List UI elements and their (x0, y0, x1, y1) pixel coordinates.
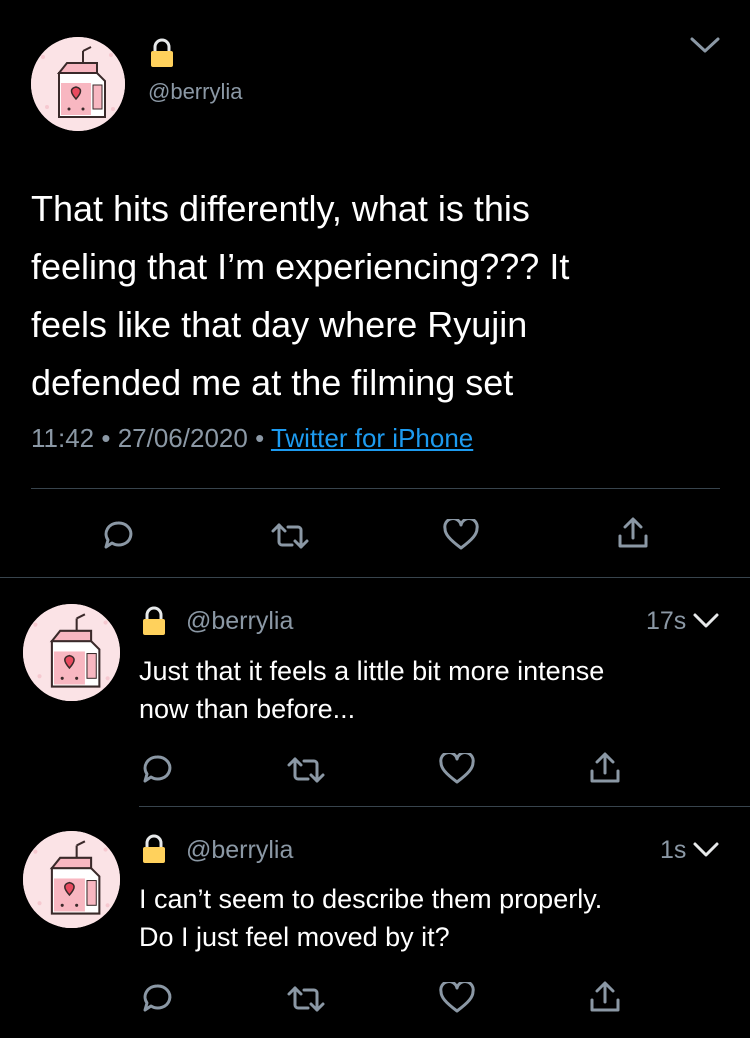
tweet-line: feels like that day where Ryujin (31, 304, 528, 345)
tweet-time: 11:42 (31, 423, 95, 453)
lock-icon (139, 833, 169, 865)
tweet-line: That hits differently, what is this (31, 188, 530, 229)
reply-icon[interactable] (101, 518, 135, 552)
avatar[interactable] (23, 604, 120, 701)
share-icon[interactable] (589, 751, 621, 785)
share-icon[interactable] (589, 980, 621, 1014)
like-icon[interactable] (439, 753, 475, 785)
tweet-line: defended me at the filming set (31, 362, 514, 403)
reply-text: Just that it feels a little bit more int… (139, 652, 604, 728)
chevron-down-icon[interactable] (692, 840, 720, 860)
reply-handle[interactable]: @berrylia (186, 835, 293, 865)
retweet-icon[interactable] (286, 754, 326, 786)
reply-age: 17s (646, 607, 687, 635)
tweet-date: 27/06/2020 (117, 423, 248, 453)
strawberry-milk-avatar-icon (23, 831, 120, 928)
divider (139, 806, 750, 807)
lock-icon (148, 37, 176, 69)
reply-line: Just that it feels a little bit more int… (139, 656, 605, 686)
reply-line: I can’t seem to describe them properly. (139, 884, 603, 914)
tweet-line: feeling that I’m experiencing??? It (31, 246, 570, 287)
share-icon[interactable] (617, 516, 649, 550)
meta-separator: • (101, 423, 118, 453)
reply-icon[interactable] (140, 981, 174, 1015)
reply-handle[interactable]: @berrylia (186, 606, 293, 636)
divider (31, 488, 720, 489)
retweet-icon[interactable] (270, 520, 310, 552)
chevron-down-icon[interactable] (692, 611, 720, 631)
author-handle[interactable]: @berrylia (148, 79, 242, 105)
avatar[interactable] (31, 37, 125, 131)
reply-icon[interactable] (140, 752, 174, 786)
meta-separator: • (255, 423, 271, 453)
reply-age: 1s (660, 836, 687, 864)
reply-text: I can’t seem to describe them properly. … (139, 880, 602, 956)
strawberry-milk-avatar-icon (31, 37, 125, 131)
tweet-meta: 11:42 • 27/06/2020 • Twitter for iPhone (31, 421, 473, 455)
divider (0, 577, 750, 578)
tweet-text: That hits differently, what is this feel… (31, 180, 569, 412)
avatar[interactable] (23, 831, 120, 928)
lock-icon (139, 605, 169, 637)
tweet-source-link[interactable]: Twitter for iPhone (271, 423, 473, 453)
chevron-down-icon[interactable] (688, 34, 722, 56)
strawberry-milk-avatar-icon (23, 604, 120, 701)
reply-line: now than before... (139, 694, 356, 724)
like-icon[interactable] (443, 519, 479, 551)
like-icon[interactable] (439, 982, 475, 1014)
retweet-icon[interactable] (286, 983, 326, 1015)
reply-line: Do I just feel moved by it? (139, 922, 450, 952)
